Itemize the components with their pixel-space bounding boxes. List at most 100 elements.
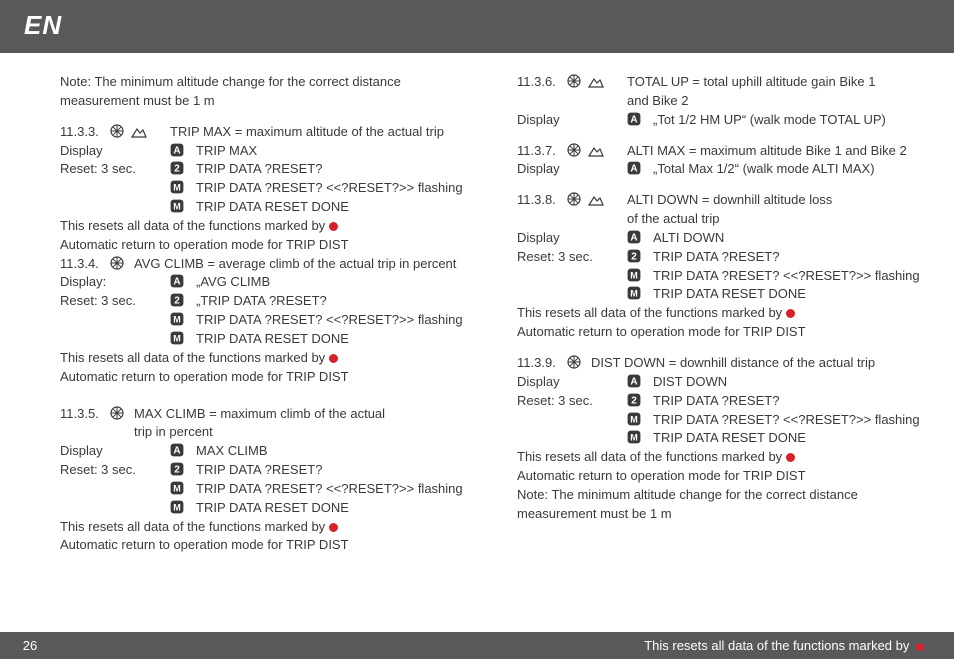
wheel-icon: [110, 124, 124, 138]
reset-step-2: TRIP DATA ?RESET? <<?RESET?>> flashing: [653, 411, 924, 430]
svg-text:M: M: [630, 270, 638, 280]
reset-label: Reset: 3 sec.: [517, 392, 627, 411]
display-label: Display:: [60, 273, 170, 292]
section-title-line2: of the actual trip: [627, 210, 720, 229]
wheel-icon: [110, 256, 124, 270]
display-value: „Total Max 1/2“ (walk mode ALTI MAX): [653, 160, 924, 179]
auto-return: Automatic return to operation mode for T…: [60, 236, 467, 255]
svg-text:M: M: [173, 333, 181, 343]
svg-text:A: A: [630, 164, 637, 175]
wheel-icon: [567, 192, 581, 206]
mountain-icon: [588, 145, 604, 157]
note-bottom: Note: The minimum altitude change for th…: [517, 486, 924, 524]
page-header: EN: [0, 0, 954, 53]
display-label: Display: [517, 111, 627, 130]
reset-step-1: TRIP DATA ?RESET?: [653, 392, 924, 411]
svg-text:A: A: [173, 446, 180, 457]
reset-step-3: TRIP DATA RESET DONE: [196, 198, 467, 217]
resets-marked: This resets all data of the functions ma…: [60, 217, 467, 236]
section-title-line2: and Bike 2: [627, 92, 688, 111]
mountain-icon: [588, 194, 604, 206]
reset-label: Reset: 3 sec.: [60, 461, 170, 480]
svg-text:A: A: [630, 114, 637, 125]
section-id: 11.3.8.: [517, 191, 567, 210]
resets-marked: This resets all data of the functions ma…: [60, 518, 467, 537]
display-label: Display: [60, 142, 170, 161]
note-top: Note: The minimum altitude change for th…: [60, 73, 467, 111]
section-icons: [567, 354, 591, 373]
display-label: Display: [60, 442, 170, 461]
svg-text:M: M: [630, 289, 638, 299]
letter-2-icon: 2: [170, 461, 196, 480]
letter-m-icon: M: [170, 198, 196, 217]
svg-text:2: 2: [174, 296, 180, 307]
section-1134: 11.3.4. AVG CLIMB = average climb of the…: [60, 255, 467, 274]
reset-step-2: TRIP DATA ?RESET? <<?RESET?>> flashing: [196, 311, 467, 330]
letter-m-icon: M: [170, 179, 196, 198]
section-1135: 11.3.5. MAX CLIMB = maximum climb of the…: [60, 405, 467, 424]
svg-text:2: 2: [631, 251, 637, 262]
svg-text:A: A: [630, 232, 637, 243]
section-icons: [110, 255, 134, 274]
red-dot-icon: [916, 643, 924, 651]
footer-text: This resets all data of the functions ma…: [644, 638, 924, 653]
letter-a-icon: A: [627, 373, 653, 392]
reset-step-1: TRIP DATA ?RESET?: [196, 160, 467, 179]
wheel-icon: [110, 406, 124, 420]
wheel-icon: [567, 143, 581, 157]
reset-step-3: TRIP DATA RESET DONE: [653, 285, 924, 304]
mountain-icon: [588, 76, 604, 88]
svg-text:M: M: [630, 414, 638, 424]
left-column: Note: The minimum altitude change for th…: [60, 73, 467, 618]
wheel-icon: [567, 74, 581, 88]
svg-text:2: 2: [174, 164, 180, 175]
reset-step-3: TRIP DATA RESET DONE: [653, 429, 924, 448]
section-id: 11.3.3.: [60, 123, 110, 142]
reset-step-2: TRIP DATA ?RESET? <<?RESET?>> flashing: [196, 480, 467, 499]
letter-2-icon: 2: [170, 160, 196, 179]
section-icons: [567, 142, 627, 161]
reset-step-1: TRIP DATA ?RESET?: [196, 461, 467, 480]
letter-m-icon: M: [627, 411, 653, 430]
section-icons: [110, 123, 170, 142]
page-number: 26: [0, 638, 60, 653]
resets-marked: This resets all data of the functions ma…: [517, 304, 924, 323]
letter-m-icon: M: [170, 330, 196, 349]
letter-m-icon: M: [627, 429, 653, 448]
auto-return: Automatic return to operation mode for T…: [517, 467, 924, 486]
letter-a-icon: A: [170, 442, 196, 461]
red-dot-icon: [329, 523, 338, 532]
letter-2-icon: 2: [627, 392, 653, 411]
display-label: Display: [517, 229, 627, 248]
letter-a-icon: A: [627, 111, 653, 130]
letter-a-icon: A: [170, 273, 196, 292]
red-dot-icon: [329, 354, 338, 363]
section-title-line1: MAX CLIMB = maximum climb of the actual: [134, 405, 385, 424]
section-title: ALTI MAX = maximum altitude Bike 1 and B…: [627, 142, 907, 161]
reset-step-2: TRIP DATA ?RESET? <<?RESET?>> flashing: [196, 179, 467, 198]
right-column: 11.3.6. TOTAL UP = total uphill altitude…: [517, 73, 924, 618]
display-value: DIST DOWN: [653, 373, 924, 392]
section-icons: [567, 191, 627, 210]
page-footer: 26 This resets all data of the functions…: [0, 632, 954, 659]
svg-text:M: M: [173, 483, 181, 493]
svg-text:M: M: [630, 433, 638, 443]
section-1137: 11.3.7. ALTI MAX = maximum altitude Bike…: [517, 142, 924, 161]
letter-2-icon: 2: [170, 292, 196, 311]
section-id: 11.3.7.: [517, 142, 567, 161]
auto-return: Automatic return to operation mode for T…: [60, 368, 467, 387]
section-1133: 11.3.3. TRIP MAX = maximum altitude of t…: [60, 123, 467, 142]
language-code: EN: [24, 10, 62, 40]
letter-m-icon: M: [170, 480, 196, 499]
section-1139: 11.3.9. DIST DOWN = downhill distance of…: [517, 354, 924, 373]
svg-text:2: 2: [631, 395, 637, 406]
letter-m-icon: M: [627, 285, 653, 304]
letter-a-icon: A: [170, 142, 196, 161]
red-dot-icon: [786, 453, 795, 462]
display-value: TRIP MAX: [196, 142, 467, 161]
section-title: AVG CLIMB = average climb of the actual …: [134, 255, 456, 274]
letter-m-icon: M: [170, 499, 196, 518]
section-title-line1: ALTI DOWN = downhill altitude loss: [627, 191, 832, 210]
reset-label: Reset: 3 sec.: [60, 160, 170, 179]
reset-label: Reset: 3 sec.: [60, 292, 170, 311]
